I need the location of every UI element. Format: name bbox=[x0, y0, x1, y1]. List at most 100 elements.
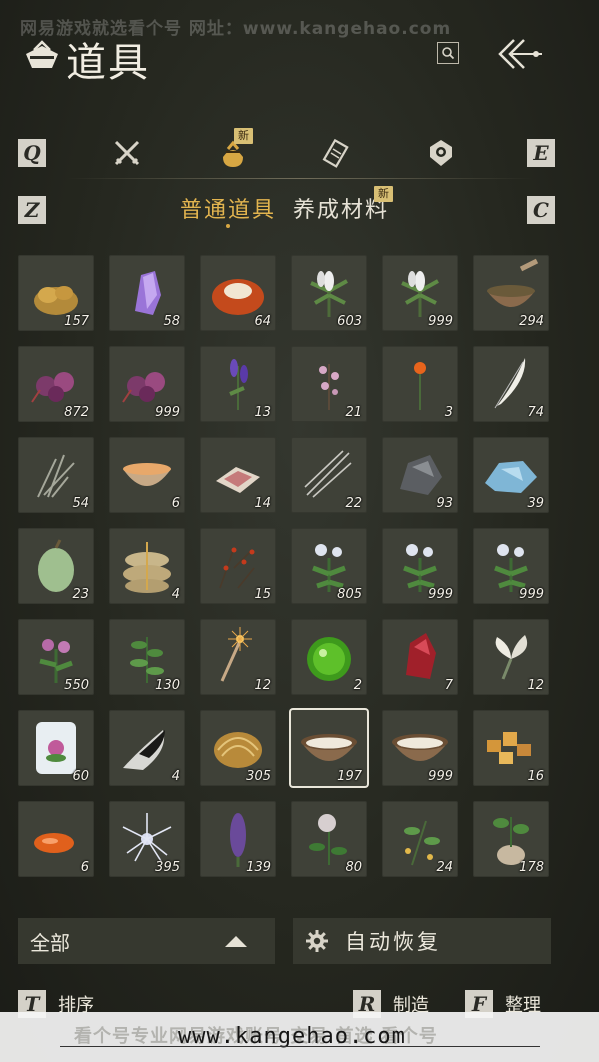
item-count: 7 bbox=[444, 678, 453, 693]
auto-restore-button[interactable]: 自动恢复 bbox=[293, 918, 551, 964]
filter-label: 全部 bbox=[30, 930, 70, 955]
item-count: 294 bbox=[519, 314, 544, 329]
item-count: 64 bbox=[254, 314, 271, 329]
inventory-slot[interactable]: 139 bbox=[200, 801, 276, 877]
active-indicator bbox=[226, 224, 230, 228]
inventory-slot[interactable]: 6 bbox=[109, 437, 185, 513]
item-count: 999 bbox=[428, 587, 453, 602]
key-c[interactable]: C bbox=[527, 196, 555, 224]
inventory-slot[interactable]: 999 bbox=[382, 528, 458, 604]
inventory-slot[interactable]: 14 bbox=[200, 437, 276, 513]
gear-icon bbox=[306, 930, 328, 952]
item-count: 603 bbox=[337, 314, 362, 329]
inventory-slot[interactable]: 7 bbox=[382, 619, 458, 695]
item-count: 4 bbox=[171, 587, 180, 602]
inventory-slot[interactable]: 395 bbox=[109, 801, 185, 877]
inventory-slot[interactable]: 21 bbox=[291, 346, 367, 422]
key-z[interactable]: Z bbox=[18, 196, 46, 224]
inventory-slot[interactable]: 39 bbox=[473, 437, 549, 513]
item-count: 550 bbox=[64, 678, 89, 693]
inventory-slot[interactable]: 130 bbox=[109, 619, 185, 695]
emblem-icon bbox=[430, 140, 452, 166]
inventory-slot[interactable]: 999 bbox=[382, 255, 458, 331]
inventory-slot[interactable]: 80 bbox=[291, 801, 367, 877]
item-grid: 9425984615758646039992948729991321374546… bbox=[0, 238, 599, 895]
inventory-slot[interactable]: 4 bbox=[109, 710, 185, 786]
inventory-slot[interactable]: 999 bbox=[473, 528, 549, 604]
item-count: 6 bbox=[171, 496, 180, 511]
back-arrow-icon[interactable] bbox=[494, 36, 550, 72]
key-q[interactable]: Q bbox=[18, 139, 46, 167]
inventory-slot[interactable]: 197 bbox=[291, 710, 367, 786]
inventory-slot[interactable]: 64 bbox=[200, 255, 276, 331]
subtab-common-items[interactable]: 普通道具 bbox=[180, 192, 276, 224]
key-e[interactable]: E bbox=[527, 139, 555, 167]
inventory-slot[interactable]: 178 bbox=[473, 801, 549, 877]
tab-scrolls[interactable] bbox=[320, 136, 354, 170]
item-count: 80 bbox=[345, 860, 362, 875]
item-count: 395 bbox=[155, 860, 180, 875]
inventory-slot[interactable]: 157 bbox=[18, 255, 94, 331]
inventory-slot[interactable]: 3 bbox=[382, 346, 458, 422]
item-count: 805 bbox=[337, 587, 362, 602]
item-count: 13 bbox=[254, 405, 271, 420]
inventory-slot[interactable]: 74 bbox=[473, 346, 549, 422]
inventory-slot[interactable]: 872 bbox=[18, 346, 94, 422]
inventory-slot[interactable]: 54 bbox=[18, 437, 94, 513]
inventory-slot[interactable]: 4 bbox=[109, 528, 185, 604]
item-count: 6 bbox=[80, 860, 89, 875]
inventory-slot[interactable]: 13 bbox=[200, 346, 276, 422]
inventory-slot[interactable]: 58 bbox=[109, 255, 185, 331]
tab-weapons[interactable] bbox=[110, 136, 144, 170]
tab-divider bbox=[66, 178, 534, 179]
item-count: 139 bbox=[246, 860, 271, 875]
inventory-slot[interactable]: 550 bbox=[18, 619, 94, 695]
inventory-slot[interactable]: 24 bbox=[382, 801, 458, 877]
inventory-slot[interactable]: 603 bbox=[291, 255, 367, 331]
item-count: 12 bbox=[527, 678, 544, 693]
item-count: 197 bbox=[337, 769, 362, 784]
item-count: 130 bbox=[155, 678, 180, 693]
footer-underline bbox=[60, 1046, 540, 1047]
item-count: 999 bbox=[519, 587, 544, 602]
item-count: 23 bbox=[72, 587, 89, 602]
inventory-slot[interactable]: 15 bbox=[200, 528, 276, 604]
new-badge: 新 bbox=[374, 186, 393, 202]
inventory-slot[interactable]: 16 bbox=[473, 710, 549, 786]
item-count: 178 bbox=[519, 860, 544, 875]
item-count: 24 bbox=[436, 860, 453, 875]
item-count: 999 bbox=[155, 405, 180, 420]
inventory-slot[interactable]: 305 bbox=[200, 710, 276, 786]
inventory-slot[interactable]: 999 bbox=[382, 710, 458, 786]
item-count: 999 bbox=[428, 314, 453, 329]
inventory-slot[interactable]: 12 bbox=[200, 619, 276, 695]
search-button[interactable] bbox=[437, 42, 459, 64]
item-count: 3 bbox=[444, 405, 453, 420]
inventory-slot[interactable]: 23 bbox=[18, 528, 94, 604]
item-count: 999 bbox=[428, 769, 453, 784]
item-count: 16 bbox=[527, 769, 544, 784]
item-count: 39 bbox=[527, 496, 544, 511]
inventory-slot[interactable]: 93 bbox=[382, 437, 458, 513]
item-count: 21 bbox=[345, 405, 362, 420]
inventory-slot[interactable]: 294 bbox=[473, 255, 549, 331]
item-count: 54 bbox=[72, 496, 89, 511]
auto-restore-label: 自动恢复 bbox=[345, 930, 441, 954]
item-count: 4 bbox=[171, 769, 180, 784]
tab-emblems[interactable] bbox=[424, 136, 458, 170]
item-count: 74 bbox=[527, 405, 544, 420]
item-count: 15 bbox=[254, 587, 271, 602]
item-count: 93 bbox=[436, 496, 453, 511]
filter-dropdown[interactable]: 全部 bbox=[18, 918, 275, 964]
header: 道具 bbox=[0, 0, 599, 100]
inventory-slot[interactable]: 22 bbox=[291, 437, 367, 513]
inventory-slot[interactable]: 805 bbox=[291, 528, 367, 604]
inventory-slot[interactable]: 6 bbox=[18, 801, 94, 877]
item-count: 14 bbox=[254, 496, 271, 511]
crossed-swords-icon bbox=[114, 140, 140, 166]
inventory-slot[interactable]: 12 bbox=[473, 619, 549, 695]
inventory-slot[interactable]: 999 bbox=[109, 346, 185, 422]
inventory-slot[interactable]: 60 bbox=[18, 710, 94, 786]
inventory-slot[interactable]: 2 bbox=[291, 619, 367, 695]
scroll-icon bbox=[322, 138, 349, 168]
